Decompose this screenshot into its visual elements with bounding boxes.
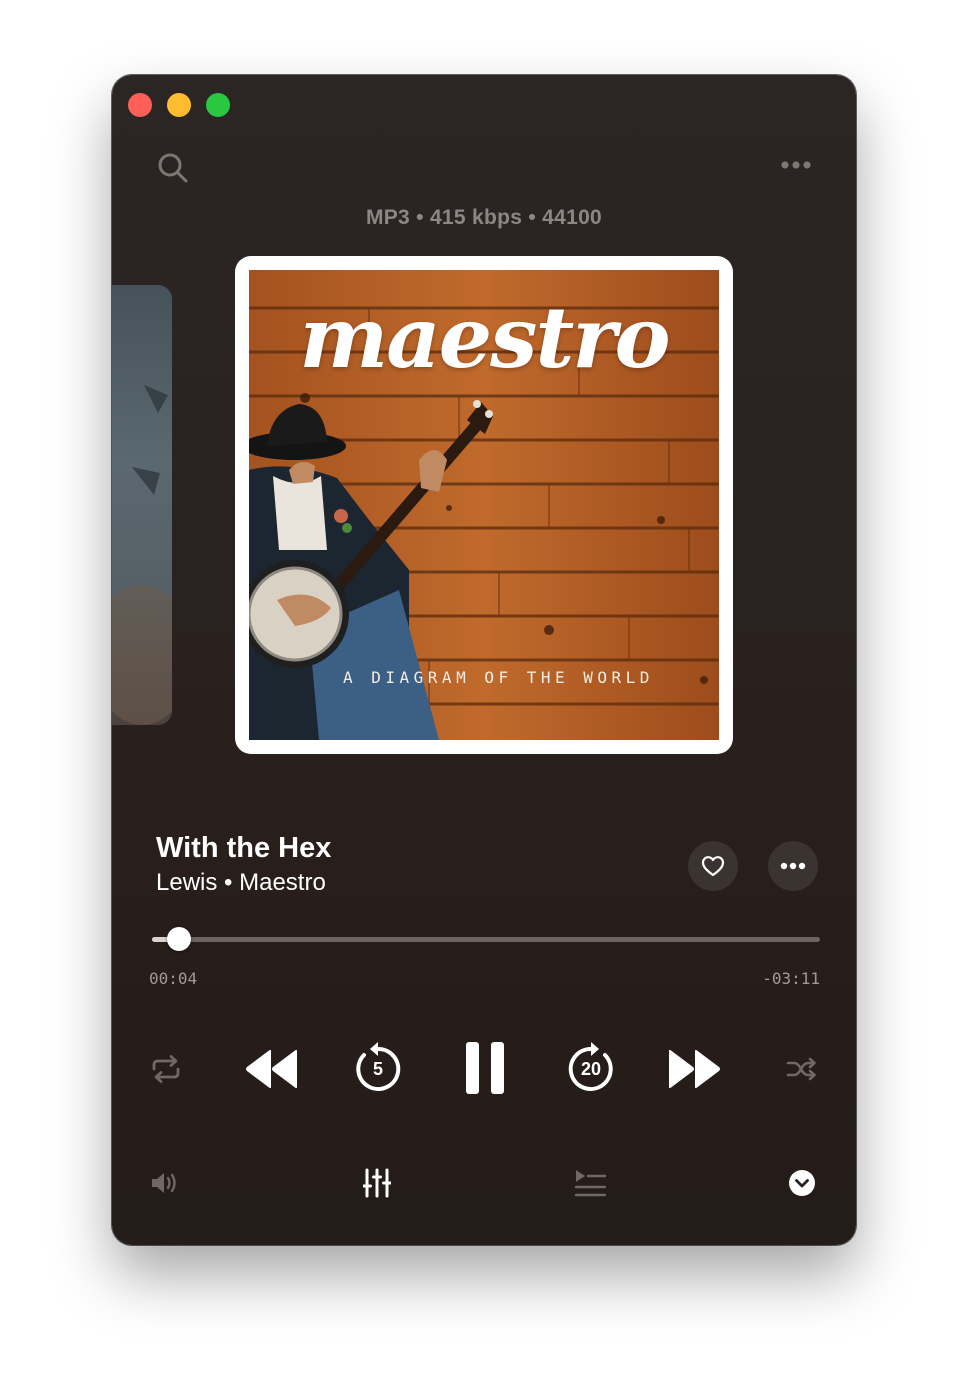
skip-back-seconds: 5 bbox=[372, 1059, 383, 1079]
album-art-title: maestro bbox=[299, 288, 670, 387]
elapsed-time: 00:04 bbox=[149, 969, 198, 988]
volume-button[interactable] bbox=[142, 1165, 186, 1201]
queue-button[interactable] bbox=[568, 1163, 612, 1203]
rewind-icon bbox=[246, 1049, 297, 1089]
progress-knob[interactable] bbox=[166, 927, 191, 951]
track-artist-album[interactable]: Lewis • Maestro bbox=[156, 869, 326, 897]
volume-icon bbox=[152, 1173, 176, 1193]
queue-icon bbox=[574, 1170, 607, 1197]
chevron-down-icon bbox=[789, 1170, 815, 1196]
traffic-lights bbox=[128, 93, 230, 117]
search-button[interactable] bbox=[156, 151, 190, 185]
skip-back-button[interactable]: 5 bbox=[346, 1037, 410, 1101]
play-pause-button[interactable] bbox=[455, 1035, 515, 1101]
repeat-icon bbox=[152, 1055, 180, 1083]
heart-icon bbox=[701, 856, 725, 877]
favorite-button[interactable] bbox=[688, 841, 738, 891]
repeat-button[interactable] bbox=[142, 1047, 190, 1091]
progress-slider[interactable] bbox=[152, 927, 820, 951]
equalizer-button[interactable] bbox=[355, 1163, 399, 1203]
minimize-button[interactable] bbox=[167, 93, 191, 117]
more-horizontal-icon bbox=[780, 862, 806, 870]
search-icon bbox=[158, 153, 188, 183]
format-info: MP3 • 415 kbps • 44100 bbox=[365, 206, 603, 229]
track-title: With the Hex bbox=[156, 832, 332, 864]
more-options-button[interactable] bbox=[780, 155, 812, 175]
album-art-subtitle: A DIAGRAM OF THE WORLD bbox=[343, 668, 654, 687]
album-art[interactable]: maestro A DIAGRAM OF THE WORLD bbox=[249, 270, 719, 740]
previous-track-button[interactable] bbox=[242, 1039, 302, 1099]
shuffle-icon bbox=[786, 1057, 816, 1081]
next-track-button[interactable] bbox=[664, 1039, 724, 1099]
more-horizontal-icon bbox=[781, 161, 811, 169]
previous-album-art[interactable] bbox=[112, 285, 172, 725]
shuffle-button[interactable] bbox=[778, 1047, 826, 1091]
skip-forward-seconds: 20 bbox=[580, 1059, 602, 1079]
fast-forward-icon bbox=[669, 1049, 720, 1089]
close-button[interactable] bbox=[128, 93, 152, 117]
track-more-button[interactable] bbox=[768, 841, 818, 891]
zoom-button[interactable] bbox=[206, 93, 230, 117]
equalizer-icon bbox=[363, 1168, 391, 1198]
remaining-time: -03:11 bbox=[762, 969, 820, 988]
player-window: MP3 • 415 kbps • 44100 maestro A DIAGRAM… bbox=[112, 75, 856, 1245]
skip-forward-button[interactable]: 20 bbox=[559, 1037, 623, 1101]
collapse-button[interactable] bbox=[782, 1165, 822, 1201]
pause-icon bbox=[466, 1042, 504, 1094]
album-art-frame: maestro A DIAGRAM OF THE WORLD bbox=[235, 256, 733, 754]
